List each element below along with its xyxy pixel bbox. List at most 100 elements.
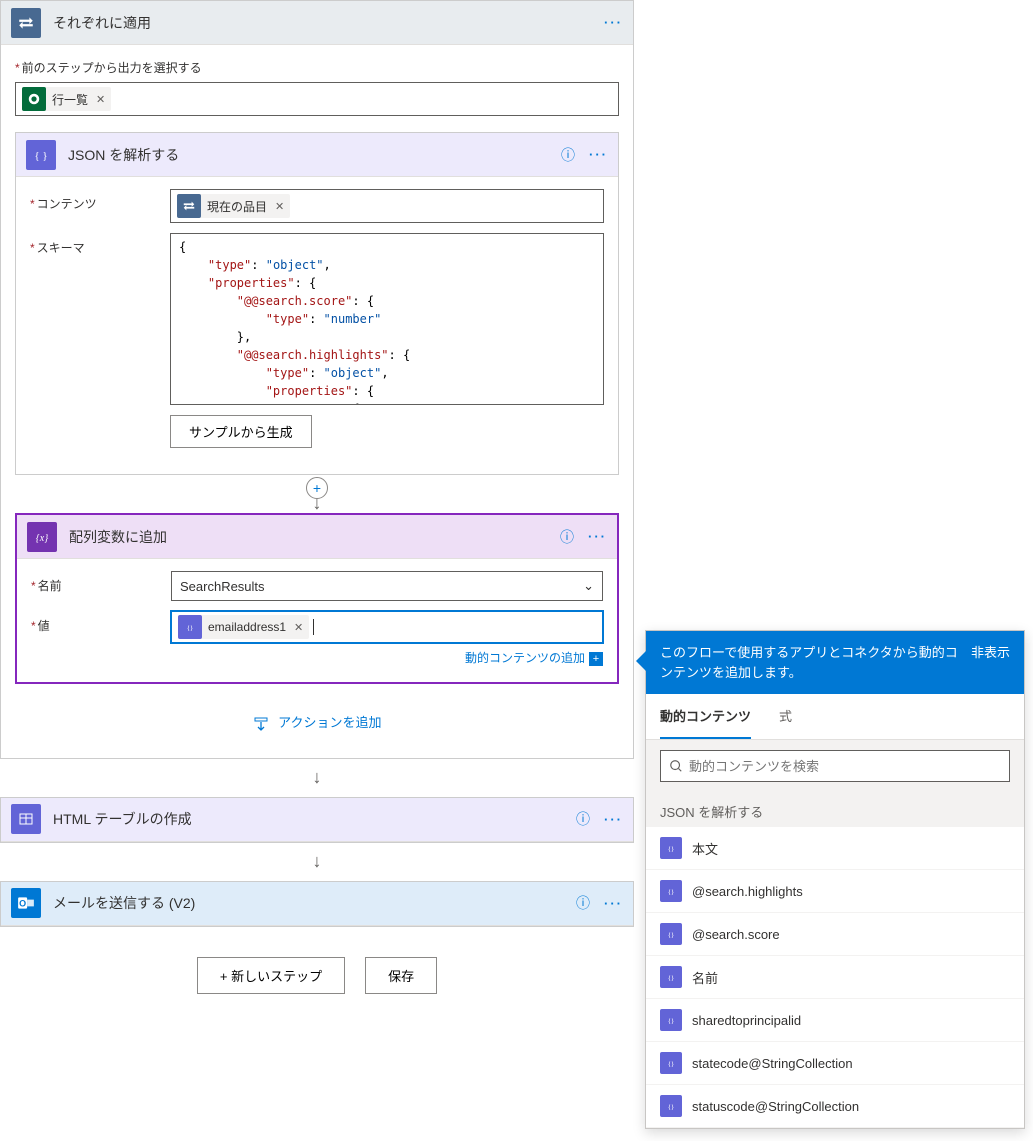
svg-text:{}: {} (668, 1018, 674, 1025)
help-icon[interactable]: ⓘ (576, 809, 590, 829)
help-icon[interactable]: ⓘ (561, 145, 575, 165)
outlook-icon: O (11, 888, 41, 918)
token-emailaddress-label: emailaddress1 (208, 620, 286, 634)
dynamic-content-item-label: statecode@StringCollection (692, 1056, 853, 1071)
send-mail-menu-icon[interactable]: ··· (604, 896, 623, 911)
svg-text:{}: {} (668, 846, 674, 853)
json-token-icon: {} (660, 1095, 682, 1117)
bottom-buttons: + 新しいステップ 保存 (0, 927, 634, 1024)
svg-text:{}: {} (187, 625, 193, 632)
arrow-down-icon: ↓ (313, 767, 322, 788)
tab-expression[interactable]: 式 (779, 694, 792, 739)
html-table-menu-icon[interactable]: ··· (604, 812, 623, 827)
tab-dynamic-content[interactable]: 動的コンテンツ (660, 694, 751, 739)
add-action-link[interactable]: アクションを追加 (253, 715, 382, 730)
dynamic-content-item-label: statuscode@StringCollection (692, 1099, 859, 1114)
value-label: 値 (31, 611, 171, 634)
arrow-down-icon: ↓ (313, 851, 322, 872)
dynamic-content-item-label: @search.score (692, 927, 780, 942)
dynamic-panel-header-text: このフローで使用するアプリとコネクタから動的コンテンツを追加します。 (660, 643, 959, 682)
help-icon[interactable]: ⓘ (560, 527, 574, 547)
connector: + ↓ (15, 475, 619, 513)
svg-text:{ }: { } (34, 150, 47, 162)
name-label: 名前 (31, 571, 171, 594)
parse-json-title: JSON を解析する (68, 145, 561, 165)
foreach-icon (11, 8, 41, 38)
foreach-card: それぞれに適用 ··· 前のステップから出力を選択する 行一覧 ✕ (0, 0, 634, 759)
svg-text:{}: {} (668, 889, 674, 896)
help-icon[interactable]: ⓘ (576, 893, 590, 913)
schema-textarea[interactable]: { "type": "object", "properties": { "@@s… (170, 233, 604, 405)
name-value: SearchResults (180, 579, 265, 594)
send-mail-header[interactable]: O メールを送信する (V2) ⓘ ··· (1, 882, 633, 926)
dynamic-content-item[interactable]: {} statuscode@StringCollection (646, 1085, 1024, 1128)
new-step-button[interactable]: + 新しいステップ (197, 957, 345, 994)
dynamic-search-input[interactable] (689, 759, 1001, 774)
dynamic-content-item[interactable]: {} @search.score (646, 913, 1024, 956)
json-token-icon: {} (178, 615, 202, 639)
dynamic-search-box[interactable] (660, 750, 1010, 782)
append-array-icon: {x} (27, 522, 57, 552)
select-output-input[interactable]: 行一覧 ✕ (15, 82, 619, 116)
dynamic-content-item-label: sharedtoprincipalid (692, 1013, 801, 1028)
html-table-icon (11, 804, 41, 834)
append-array-menu-icon[interactable]: ··· (588, 529, 607, 544)
token-rows[interactable]: 行一覧 ✕ (22, 87, 111, 111)
insert-step-button[interactable]: + (306, 477, 328, 499)
content-input[interactable]: 現在の品目 ✕ (170, 189, 604, 223)
dynamic-content-list[interactable]: {}本文{}@search.highlights{}@search.score{… (646, 827, 1024, 1128)
dynamic-tabs: 動的コンテンツ 式 (646, 694, 1024, 740)
add-dynamic-content-link[interactable]: 動的コンテンツの追加+ (465, 651, 603, 665)
token-rows-remove[interactable]: ✕ (96, 93, 105, 106)
token-current-item-label: 現在の品目 (207, 198, 267, 215)
hide-panel-link[interactable]: 非表示 (971, 643, 1010, 682)
parse-json-icon: { } (26, 140, 56, 170)
loop-item-icon (177, 194, 201, 218)
dynamic-search-wrap (646, 740, 1024, 792)
json-token-icon: {} (660, 1009, 682, 1031)
name-select[interactable]: SearchResults ⌄ (171, 571, 603, 601)
parse-json-menu-icon[interactable]: ··· (589, 147, 608, 162)
html-table-card[interactable]: HTML テーブルの作成 ⓘ ··· (0, 797, 634, 843)
svg-text:{}: {} (668, 1104, 674, 1111)
callout-arrow-icon (636, 651, 646, 671)
search-icon (669, 759, 683, 773)
dynamic-content-panel: このフローで使用するアプリとコネクタから動的コンテンツを追加します。 非表示 動… (645, 630, 1025, 1129)
dynamic-panel-header: このフローで使用するアプリとコネクタから動的コンテンツを追加します。 非表示 (646, 631, 1024, 694)
foreach-menu-icon[interactable]: ··· (604, 15, 623, 30)
value-input[interactable]: {} emailaddress1 ✕ (171, 611, 603, 643)
token-emailaddress-remove[interactable]: ✕ (294, 621, 303, 634)
add-action-icon (253, 715, 273, 730)
token-rows-label: 行一覧 (52, 91, 88, 108)
token-current-item-remove[interactable]: ✕ (275, 200, 284, 213)
connector: ↓ (0, 843, 634, 881)
add-action-row: アクションを追加 (15, 684, 619, 752)
dynamic-content-item[interactable]: {}名前 (646, 956, 1024, 999)
dataverse-icon (22, 87, 46, 111)
dynamic-content-item[interactable]: {}@search.highlights (646, 870, 1024, 913)
send-mail-title: メールを送信する (V2) (53, 893, 576, 913)
html-table-header[interactable]: HTML テーブルの作成 ⓘ ··· (1, 798, 633, 842)
foreach-title: それぞれに適用 (53, 13, 604, 33)
generate-from-sample-button[interactable]: サンプルから生成 (170, 415, 312, 448)
parse-json-header[interactable]: { } JSON を解析する ⓘ ··· (16, 133, 618, 177)
json-token-icon: {} (660, 1052, 682, 1074)
select-output-label: 前のステップから出力を選択する (15, 59, 619, 76)
html-table-title: HTML テーブルの作成 (53, 809, 576, 829)
dynamic-content-item[interactable]: {} sharedtoprincipalid (646, 999, 1024, 1042)
connector: ↓ (0, 759, 634, 797)
json-token-icon: {} (660, 880, 682, 902)
dynamic-content-item-label: 本文 (692, 839, 718, 858)
token-current-item[interactable]: 現在の品目 ✕ (177, 194, 290, 218)
dynamic-content-item[interactable]: {} 本文 (646, 827, 1024, 870)
svg-text:O: O (19, 898, 26, 908)
send-mail-card[interactable]: O メールを送信する (V2) ⓘ ··· (0, 881, 634, 927)
dynamic-content-item[interactable]: {} statecode@StringCollection (646, 1042, 1024, 1085)
token-emailaddress[interactable]: {} emailaddress1 ✕ (178, 615, 309, 639)
append-array-title: 配列変数に追加 (69, 527, 560, 547)
foreach-header[interactable]: それぞれに適用 ··· (1, 1, 633, 45)
save-button[interactable]: 保存 (365, 957, 437, 994)
plus-badge-icon: + (589, 652, 603, 666)
append-array-header[interactable]: {x} 配列変数に追加 ⓘ ··· (17, 515, 617, 559)
json-token-icon: {} (660, 923, 682, 945)
